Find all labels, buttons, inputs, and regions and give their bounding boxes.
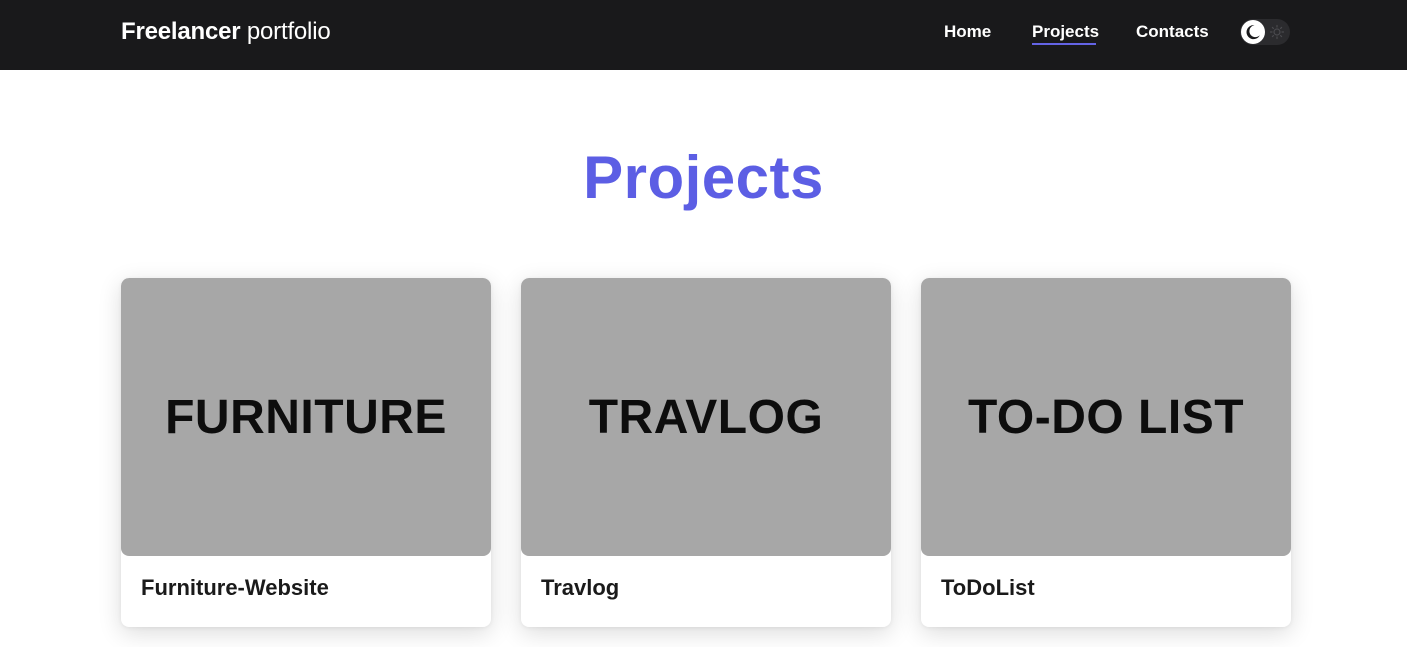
project-thumbnail-label: TRAVLOG (588, 390, 824, 444)
sun-icon (1269, 24, 1285, 40)
navbar: Freelancer portfolio Home Projects Conta… (0, 0, 1407, 70)
nav-link-projects[interactable]: Projects (1032, 21, 1099, 43)
theme-toggle-knob (1241, 20, 1265, 44)
page-title: Projects (583, 144, 824, 211)
project-card-todolist[interactable]: TO-DO LIST ToDoList (921, 278, 1291, 627)
theme-toggle[interactable] (1240, 19, 1290, 45)
nav-link-home[interactable]: Home (944, 21, 991, 43)
active-nav-indicator (1032, 43, 1096, 45)
brand-logo[interactable]: Freelancer portfolio (121, 17, 331, 47)
brand-name-strong: Freelancer (121, 18, 241, 45)
nav-link-contacts[interactable]: Contacts (1136, 21, 1209, 43)
project-thumbnail-label: TO-DO LIST (967, 390, 1245, 444)
project-thumbnail: TRAVLOG (521, 278, 891, 556)
moon-icon (1241, 20, 1265, 44)
project-thumbnail: FURNITURE (121, 278, 491, 556)
project-thumbnail-label: FURNITURE (165, 390, 447, 444)
projects-grid: FURNITURE Furniture-Website TRAVLOG Trav… (121, 278, 1291, 627)
project-thumbnail: TO-DO LIST (921, 278, 1291, 556)
project-card-travlog[interactable]: TRAVLOG Travlog (521, 278, 891, 627)
project-title: Travlog (541, 575, 620, 600)
brand-name-light: portfolio (246, 18, 331, 45)
project-card-furniture[interactable]: FURNITURE Furniture-Website (121, 278, 491, 627)
project-title: ToDoList (941, 575, 1035, 600)
project-title: Furniture-Website (141, 575, 329, 600)
